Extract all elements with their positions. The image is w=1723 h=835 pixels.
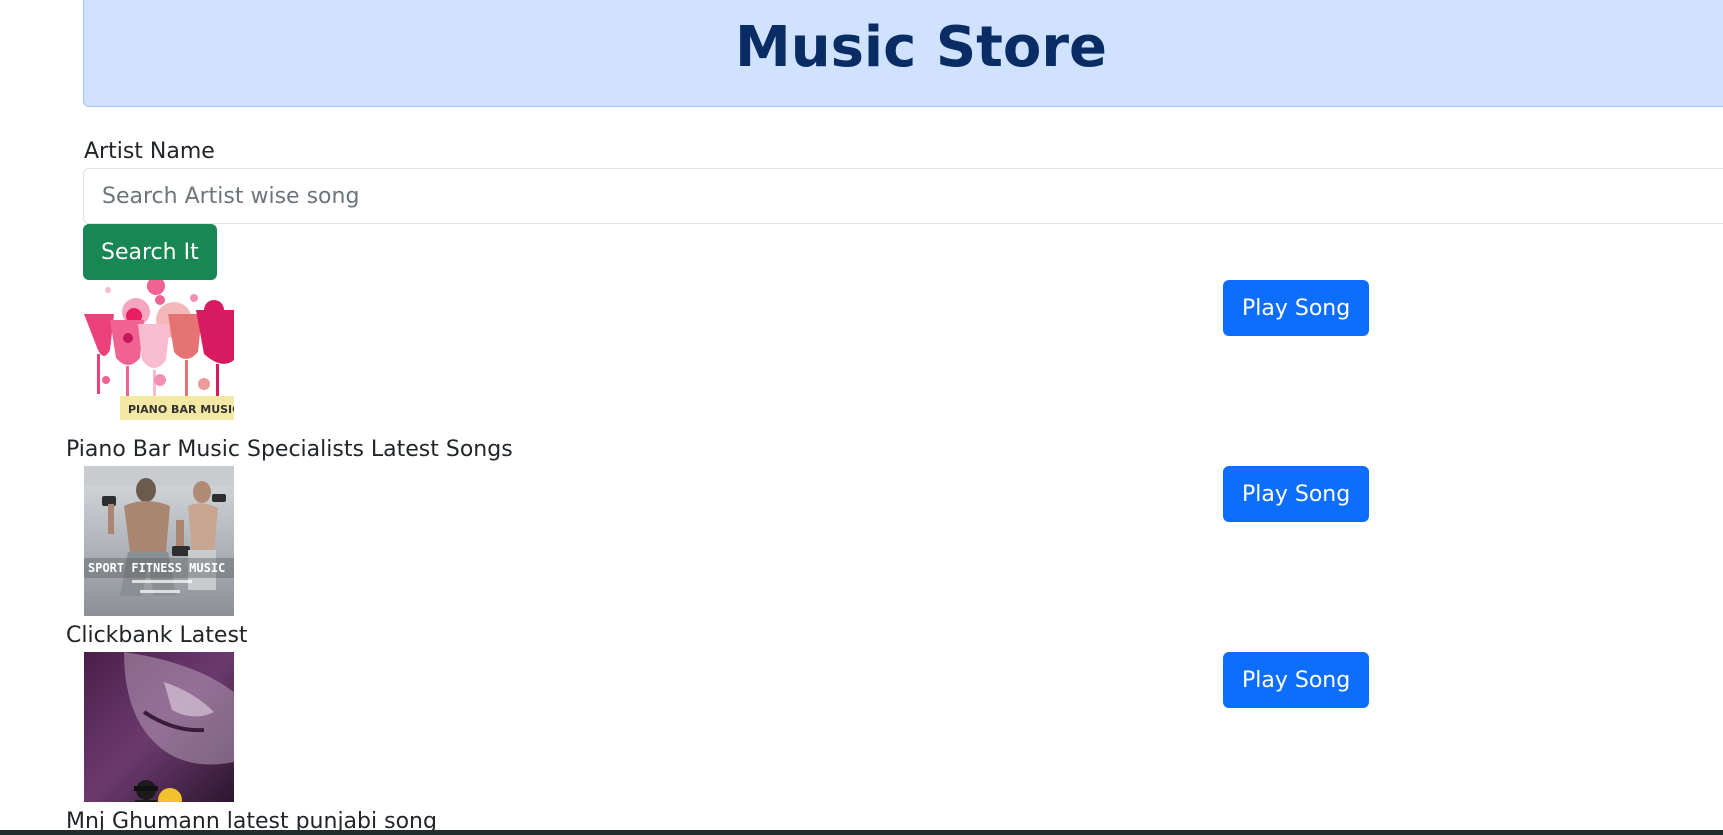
search-button[interactable]: Search It [83, 224, 217, 280]
piano-bar-album-art: PIANO BAR MUSIC [84, 280, 234, 430]
song-thumbnail [84, 652, 234, 802]
window-bottom-edge [0, 830, 1723, 835]
play-song-button[interactable]: Play Song [1223, 280, 1370, 336]
play-song-button[interactable]: Play Song [1223, 652, 1370, 708]
song-thumbnail: SPORT FITNESS MUSIC [84, 466, 234, 616]
song-item: SPORT FITNESS MUSIC Clickbank Latest Pla… [0, 466, 1723, 652]
thumb-caption: SPORT FITNESS MUSIC [88, 561, 225, 575]
song-thumbnail: PIANO BAR MUSIC [84, 280, 234, 430]
music-store-page: Music Store Artist Name Search It [0, 0, 1723, 835]
song-title: Piano Bar Music Specialists Latest Songs [66, 437, 513, 462]
artist-name-label: Artist Name [84, 139, 215, 164]
header-banner: Music Store [83, 0, 1723, 107]
song-item: PIANO BAR MUSIC Piano Bar Music Speciali… [0, 280, 1723, 466]
sport-fitness-album-art: SPORT FITNESS MUSIC [84, 466, 234, 616]
punjabi-album-art [84, 652, 234, 802]
thumb-caption: PIANO BAR MUSIC [128, 403, 234, 416]
song-title: Clickbank Latest [66, 623, 248, 648]
play-song-button[interactable]: Play Song [1223, 466, 1370, 522]
song-item: Mnj Ghumann latest punjabi song Play Son… [0, 652, 1723, 835]
artist-search-input[interactable] [83, 168, 1723, 224]
page-title: Music Store [735, 15, 1107, 80]
